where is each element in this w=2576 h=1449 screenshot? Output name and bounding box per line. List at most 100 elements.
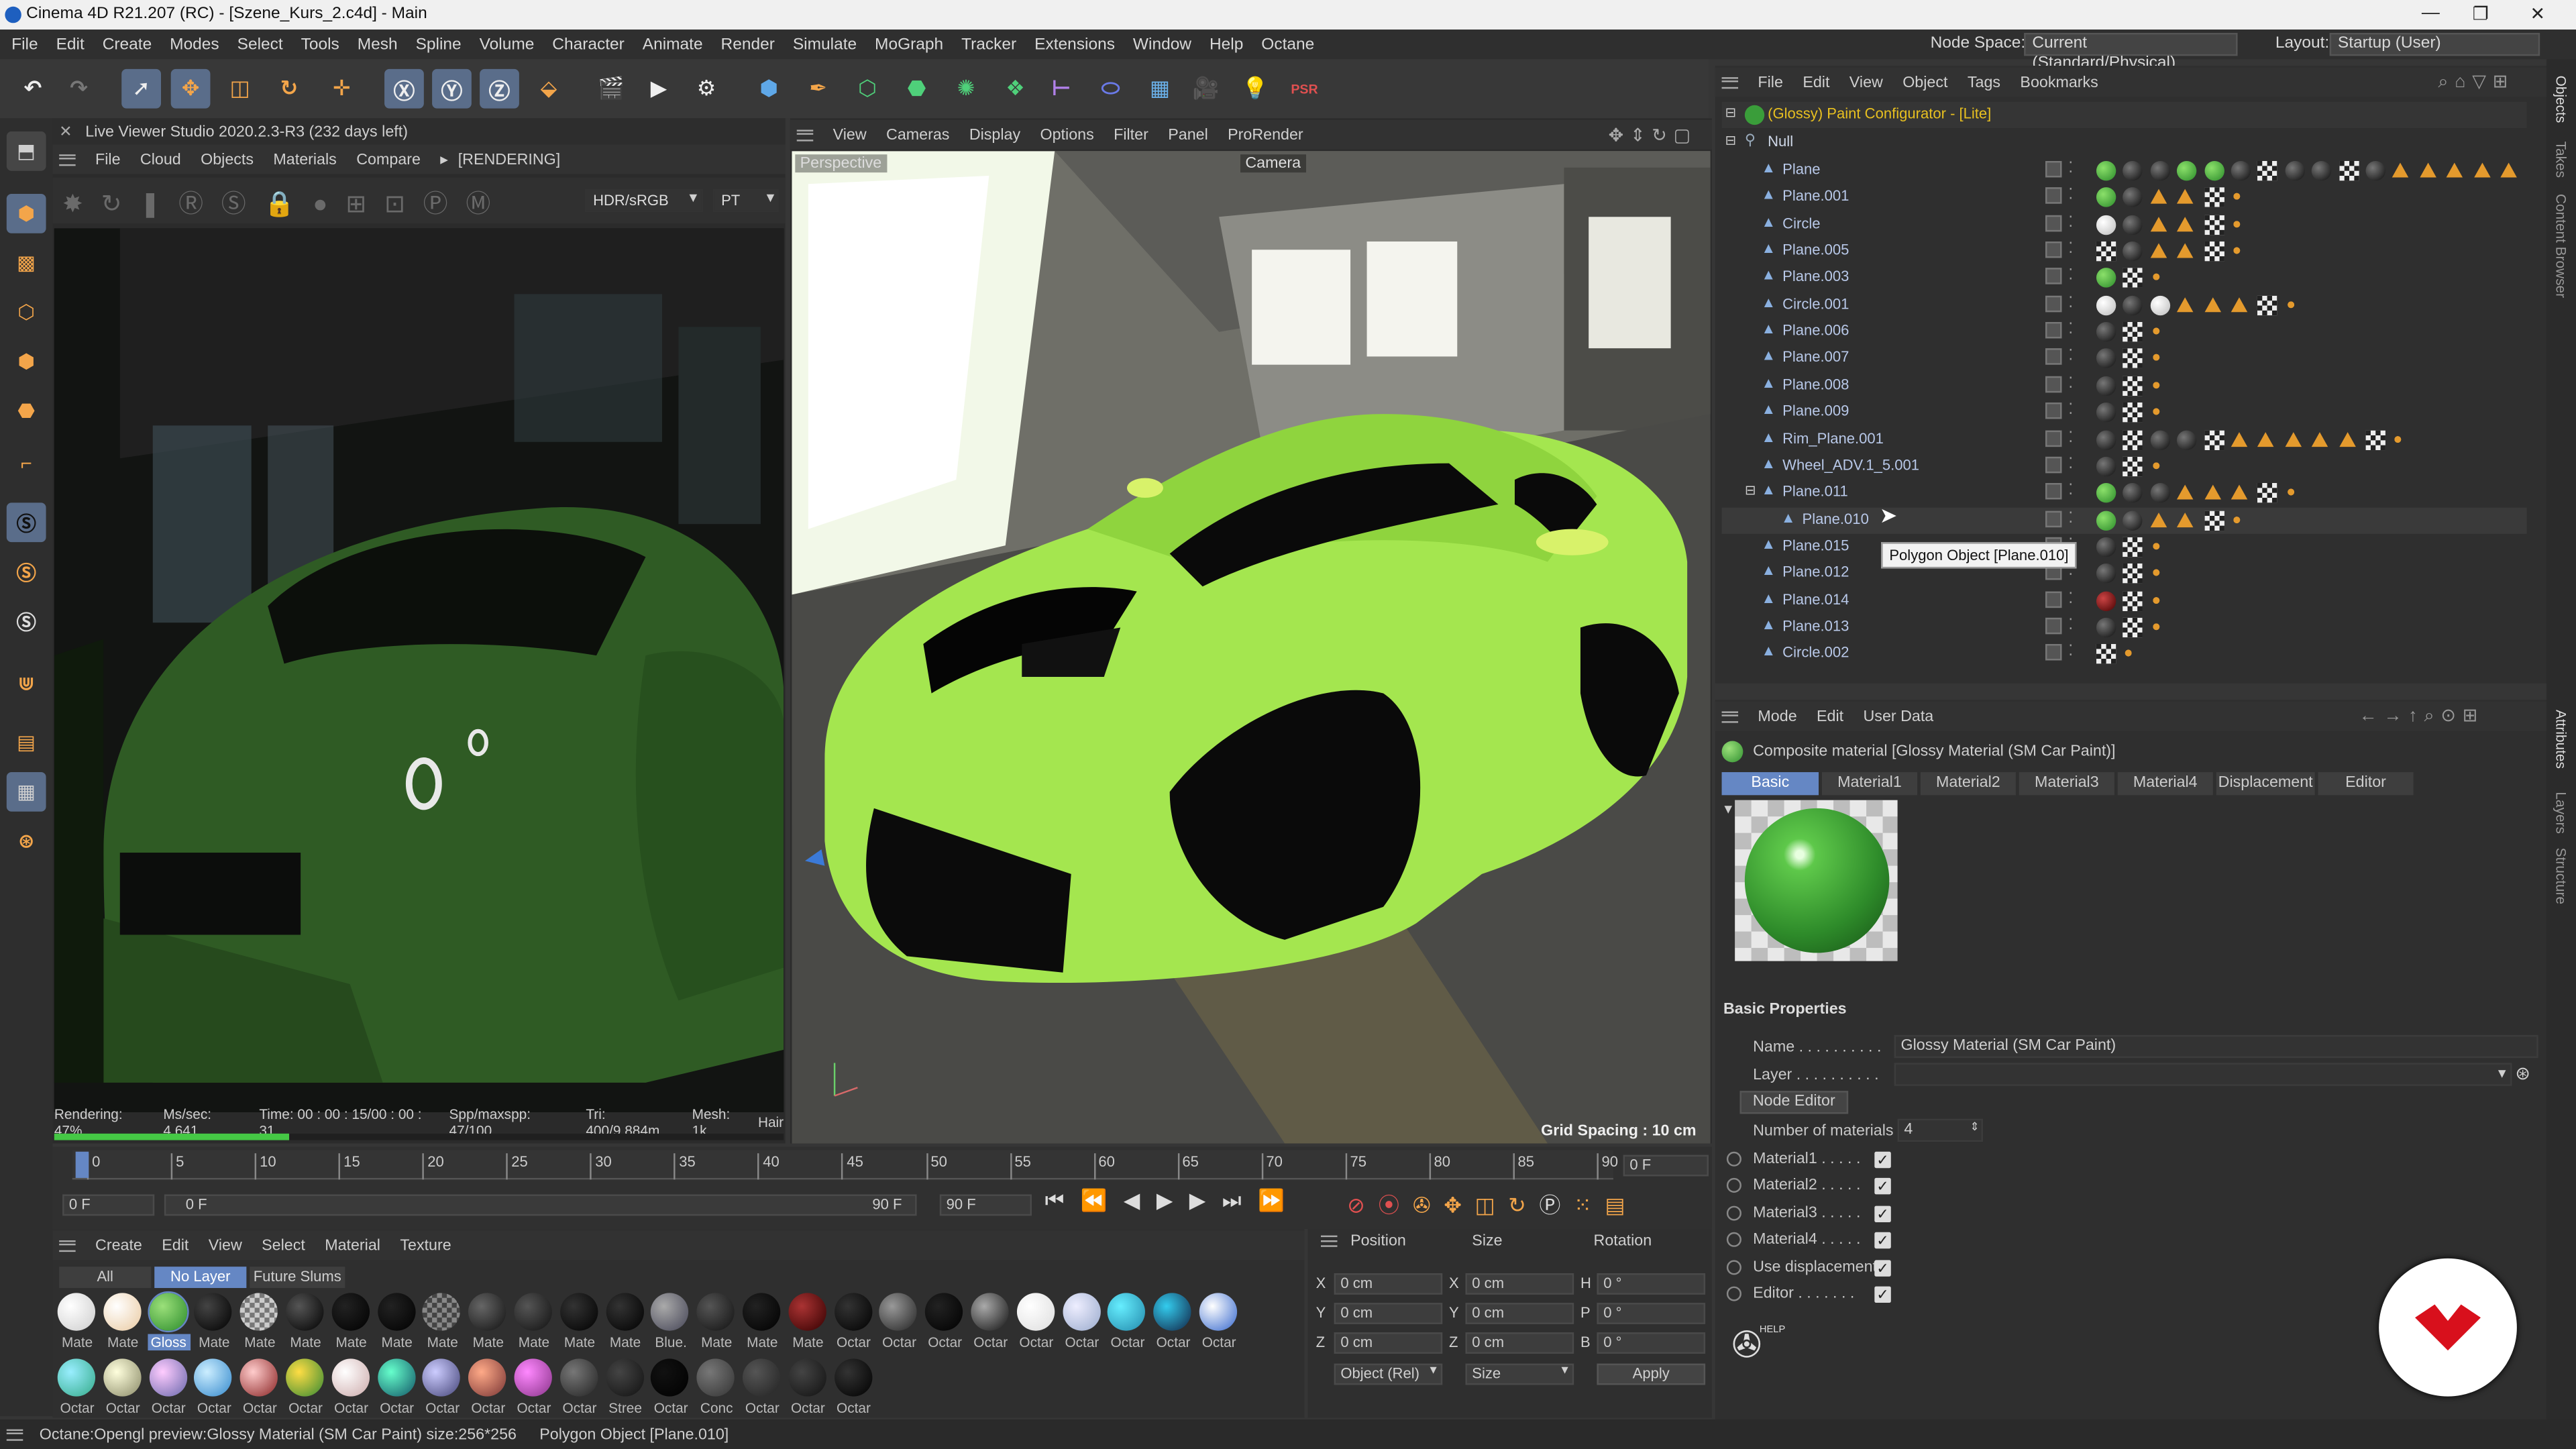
edit-toggle-icon[interactable] [2045,349,2062,366]
edit-toggle-icon[interactable] [2045,188,2062,205]
mat-hamburger-icon[interactable] [59,1239,76,1251]
phong-tag-icon[interactable] [2285,431,2302,446]
material-swatch[interactable] [834,1358,872,1397]
move-button[interactable]: ✥ [170,68,211,109]
visibility-dots-icon[interactable]: ⁚ [2068,321,2073,339]
lv-menu-materials[interactable]: Materials [273,150,336,168]
menu-help[interactable]: Help [1210,36,1243,54]
phong-tag-icon[interactable] [2204,297,2221,312]
attr-menu-edit[interactable]: Edit [1817,707,1843,725]
tab-displacement[interactable]: Displacement [2216,772,2315,796]
om-menu-file[interactable]: File [1758,73,1783,91]
phong-tag-icon[interactable] [2204,484,2221,500]
attr-menu-mode[interactable]: Mode [1758,707,1796,725]
material-swatch[interactable] [103,1358,142,1397]
material-swatch[interactable] [559,1358,598,1397]
current-frame-field[interactable]: 0 F [1623,1155,1709,1177]
material-swatch[interactable] [377,1358,415,1397]
object-row[interactable]: ▲ Circle ⁚ [1722,211,2527,237]
axis-mode-icon[interactable]: ⌐ [7,443,46,483]
checkbox[interactable]: ✓ [1874,1286,1891,1303]
animate-radio-icon[interactable] [1726,1259,1741,1275]
material-tag-icon[interactable] [2123,483,2143,503]
material-swatch[interactable] [147,1291,189,1333]
material-tag-icon[interactable] [2096,215,2116,235]
close-icon[interactable]: ✕ [2530,3,2545,25]
camera-icon[interactable]: 🎥 [1186,69,1226,109]
menu-spline[interactable]: Spline [416,36,462,54]
selection-tag-icon[interactable] [2231,245,2243,257]
camera-label[interactable]: Camera [1240,154,1306,173]
transform-button[interactable]: ✛ [322,69,362,109]
object-row[interactable]: ▲ Plane.014 ⁚ [1722,588,2527,614]
checkbox[interactable]: ✓ [1874,1232,1891,1249]
visibility-dots-icon[interactable]: ⁚ [2068,589,2073,607]
uvw-tag-icon[interactable] [2123,376,2143,396]
start-frame-field[interactable]: 0 F [62,1194,155,1216]
menu-simulate[interactable]: Simulate [793,36,857,54]
edit-toggle-icon[interactable] [2045,402,2062,419]
autokey-icon[interactable]: ⦿ [1378,1193,1412,1218]
selection-tag-icon[interactable] [2150,352,2162,364]
edit-toggle-icon[interactable] [2045,268,2062,285]
lock-workplane-icon[interactable]: ⊛ [7,822,46,861]
goto-end-icon[interactable]: ⏭ [1222,1188,1258,1213]
selection-tag-icon[interactable] [2150,379,2162,391]
material-tag-icon[interactable] [2231,161,2251,181]
lv-menu-objects[interactable]: Objects [201,150,254,168]
undo-button[interactable]: ↶ [13,69,53,109]
maximize-icon[interactable]: ❐ [2473,3,2489,25]
polygon-mode-icon[interactable]: ⬣ [7,391,46,431]
record-icon[interactable]: ⊘ [1347,1193,1378,1218]
coord-size-dropdown[interactable]: Size [1465,1363,1574,1385]
phong-tag-icon[interactable] [2177,216,2194,231]
material-tag-icon[interactable] [2096,402,2116,423]
material-swatch[interactable] [742,1293,781,1331]
object-row[interactable]: ▲ Plane.006 ⁚ [1722,319,2527,345]
coordinate-system-button[interactable]: ⬙ [529,69,569,109]
next-key-icon[interactable]: ⏩ [1258,1188,1301,1213]
menu-tracker[interactable]: Tracker [961,36,1016,54]
uvw-tag-icon[interactable] [2339,161,2359,181]
attr-menu-user-data[interactable]: User Data [1864,707,1934,725]
lv-menu-file[interactable]: File [95,150,121,168]
playhead[interactable] [75,1151,89,1178]
viewport-hamburger-icon[interactable] [796,129,814,141]
prev-key-icon[interactable]: ⏪ [1081,1188,1124,1213]
side-tab-structure[interactable]: Structure [2553,848,2569,904]
menu-select[interactable]: Select [237,36,283,54]
phong-tag-icon[interactable] [2500,162,2517,178]
cube-icon[interactable]: ⬢ [749,69,789,109]
uvw-tag-icon[interactable] [2257,295,2278,315]
scale-key-icon[interactable]: ◫ [1475,1193,1509,1218]
material-tag-icon[interactable] [2177,161,2197,181]
mat-menu-view[interactable]: View [209,1236,242,1254]
selection-tag-icon[interactable] [2150,594,2162,606]
phong-tag-icon[interactable] [2177,243,2194,258]
material-tag-icon[interactable] [2096,161,2116,181]
om-menu-tags[interactable]: Tags [1968,73,2000,91]
rotation-field[interactable]: 0 ° [1597,1332,1706,1354]
menu-window[interactable]: Window [1133,36,1191,54]
render-view-button[interactable]: ▶ [639,69,679,109]
material-swatch[interactable] [742,1358,781,1397]
material-tag-icon[interactable] [2150,295,2170,315]
selection-tag-icon[interactable] [2150,406,2162,418]
uvw-tag-icon[interactable] [2123,349,2143,369]
filter-no-layer[interactable]: No Layer [154,1267,247,1289]
object-row[interactable]: ▲ Plane.012 ⁚ [1722,561,2527,587]
lv-menu-cloud[interactable]: Cloud [140,150,181,168]
material-swatch[interactable] [1199,1293,1238,1331]
x-axis-button[interactable]: Ⓧ [384,68,424,109]
attr-hamburger-icon[interactable] [1721,710,1739,722]
position-field[interactable]: 0 cm [1334,1303,1443,1324]
material-swatch[interactable] [605,1358,644,1397]
material-tag-icon[interactable] [2096,188,2116,208]
material-tag-icon[interactable] [2096,295,2116,315]
subdivision-icon[interactable]: ⬡ [848,69,888,109]
preview-collapse-icon[interactable]: ▼ [1722,802,1735,816]
phong-tag-icon[interactable] [2231,297,2248,312]
viewport-nav-icons[interactable]: ✥⇕↻▢ [1609,125,1697,146]
filter-all[interactable]: All [59,1267,152,1289]
checkbox[interactable]: ✓ [1874,1205,1891,1222]
